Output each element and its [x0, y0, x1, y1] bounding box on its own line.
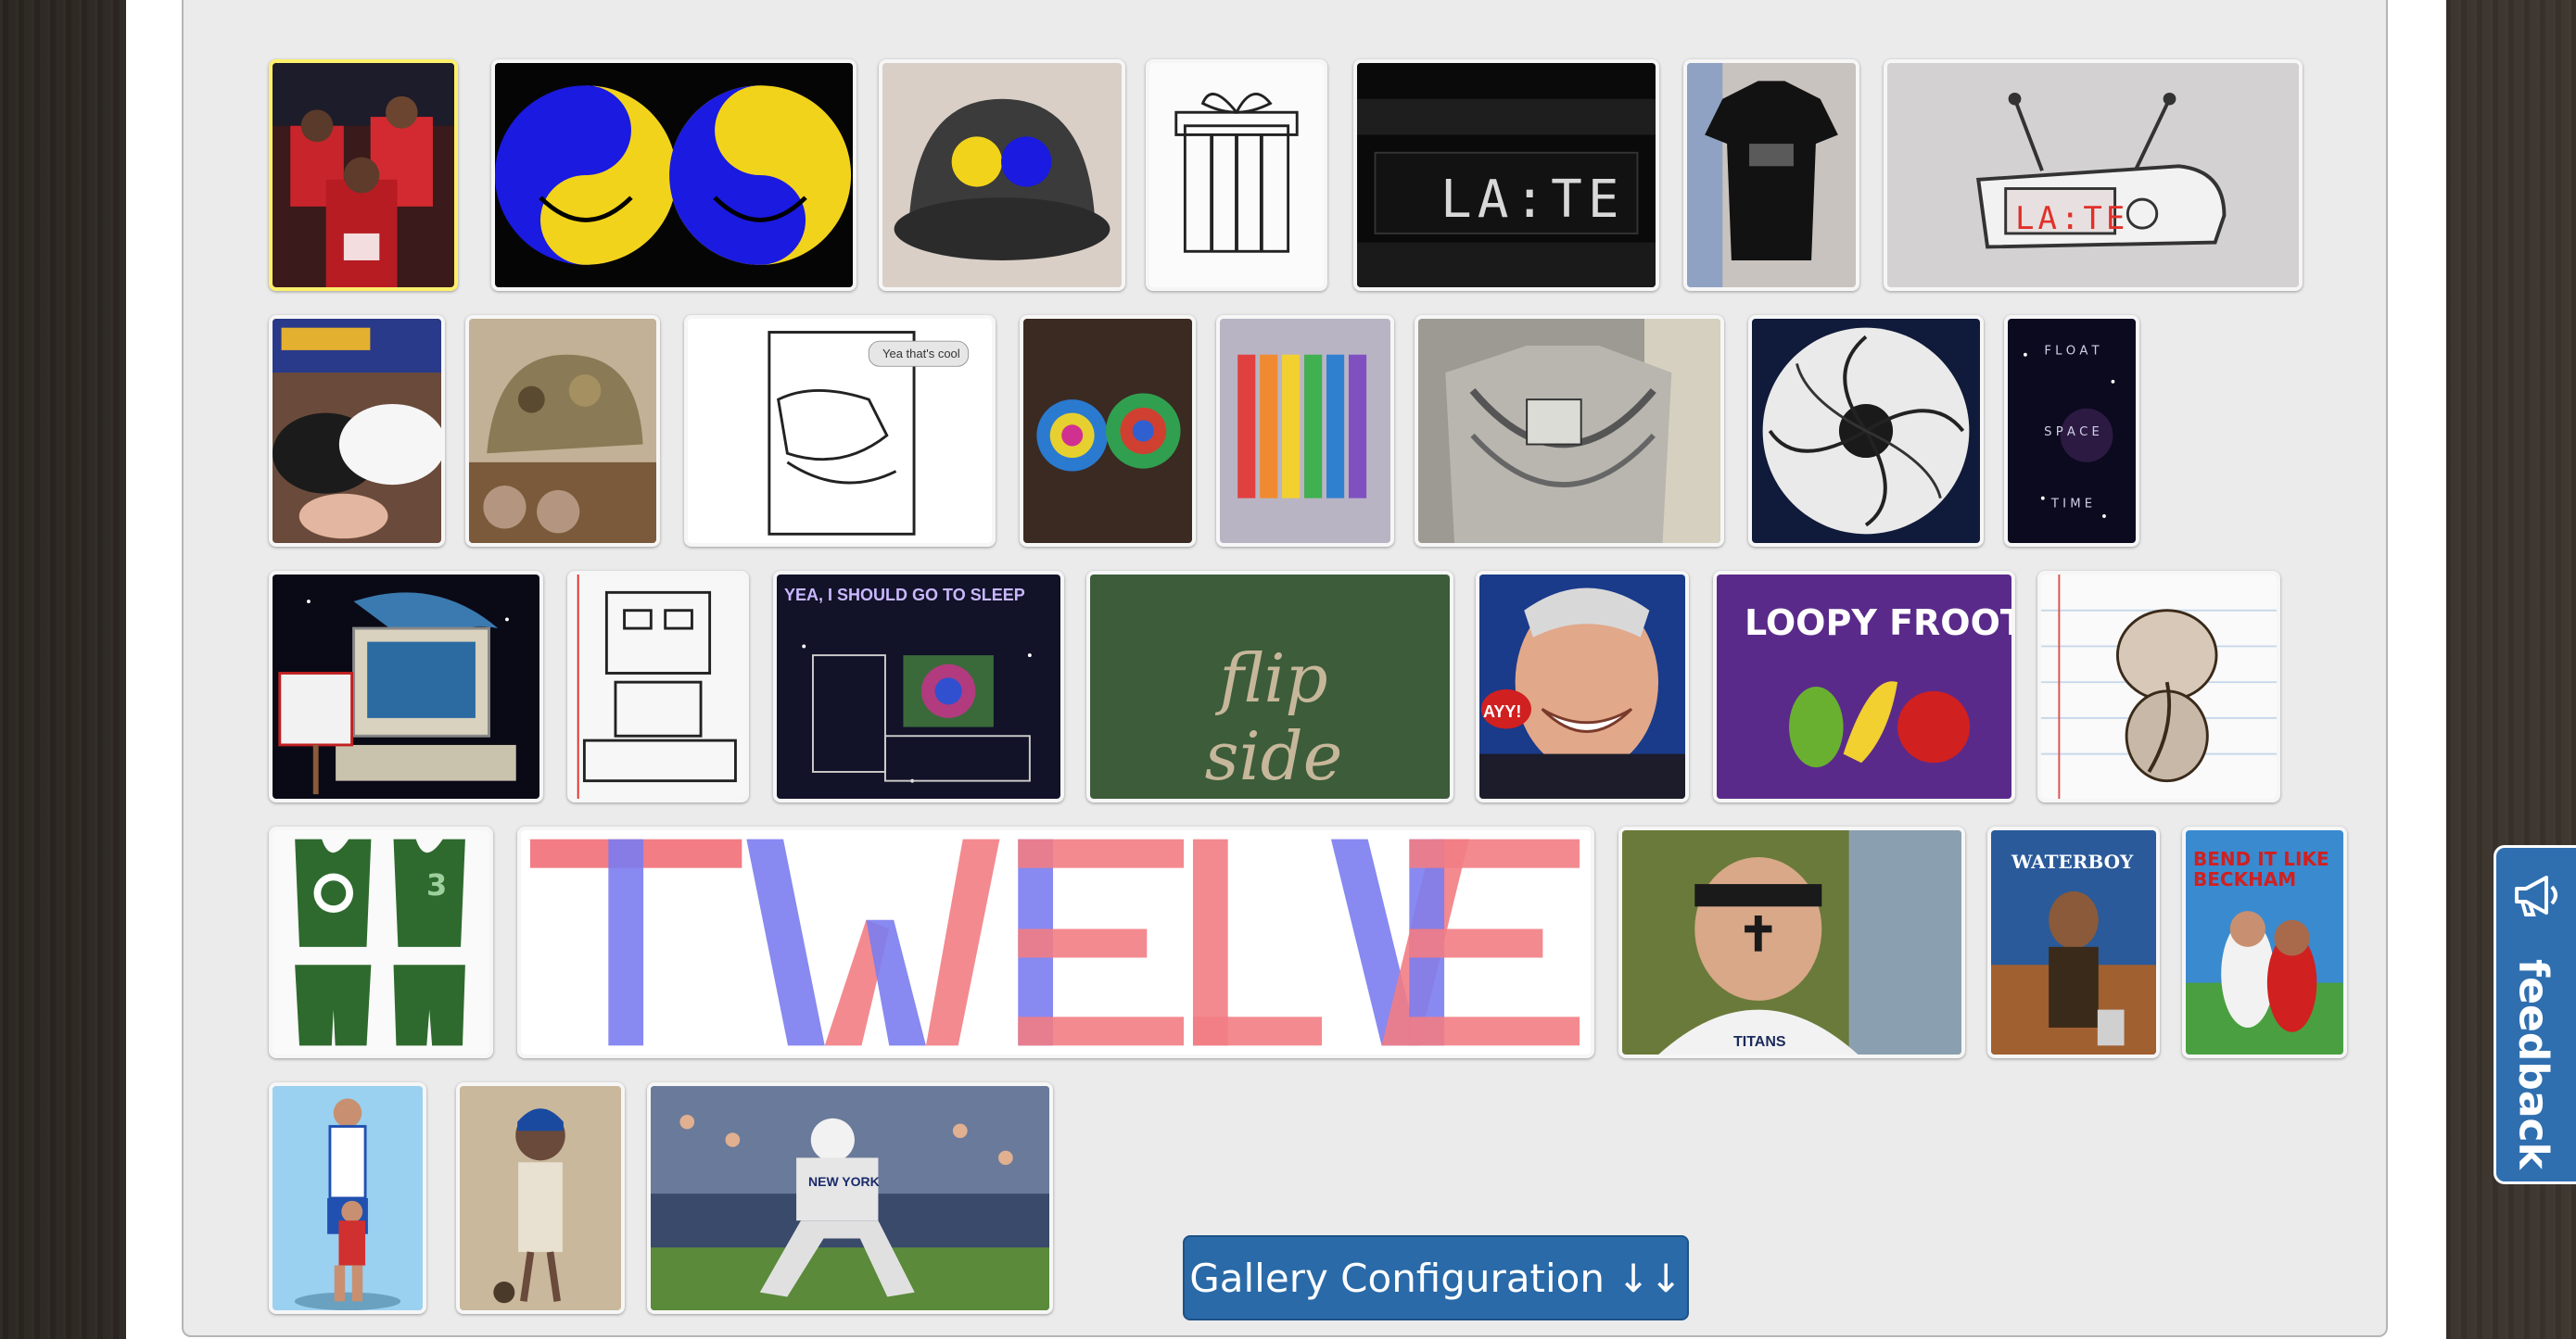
gallery-thumb-vintage-boy[interactable]	[456, 1082, 625, 1314]
drawn-clock-display: LA:TE	[2015, 200, 2129, 237]
gallery-thumb-yin-yang-cap[interactable]	[879, 59, 1125, 291]
gallery-configuration-button[interactable]: Gallery Configuration ↓↓	[1183, 1235, 1689, 1320]
gallery-thumb-phone-sketch[interactable]: Yea that's cool	[684, 315, 996, 547]
fonz-caption: AYY!	[1483, 702, 1522, 721]
gallery-thumb-surfer-computer[interactable]	[269, 571, 543, 802]
gallery-thumb-tie-dye-shirts[interactable]	[1020, 315, 1196, 547]
gallery-thumb-twelve-banner[interactable]	[517, 827, 1594, 1058]
gallery-thumb-gray-tie-dye-shirt[interactable]	[1415, 315, 1724, 547]
loopy-froots-title: LOOPY FROOTS	[1745, 602, 2011, 643]
gallery-thumb-gift-sketch[interactable]	[1146, 59, 1327, 291]
gallery-thumb-caps-theater[interactable]	[269, 315, 445, 547]
gallery-thumb-green-jersey[interactable]: 3	[269, 827, 493, 1058]
gallery-thumb-rainbow-shirt[interactable]	[1216, 315, 1394, 547]
gallery-thumb-basketball-duo[interactable]	[269, 1082, 426, 1314]
speech-bubble-text: Yea that's cool	[882, 347, 960, 360]
gallery-thumb-bulls-collage[interactable]	[269, 59, 458, 291]
waterboy-title: WATERBOY	[2011, 851, 2134, 873]
svg-text:S P A C E: S P A C E	[2044, 425, 2100, 439]
gallery-thumb-should-sleep[interactable]: YEA, I SHOULD GO TO SLEEP	[773, 571, 1064, 802]
gallery-thumb-black-tshirt[interactable]	[1683, 59, 1859, 291]
gallery-thumb-space-time[interactable]: F L O A T S P A C E T I M E	[2004, 315, 2139, 547]
gallery-thumb-alarm-clock-drawing[interactable]: LA:TE	[1884, 59, 2303, 291]
svg-text:F L O A T: F L O A T	[2044, 345, 2100, 359]
gallery-configuration-label: Gallery Configuration ↓↓	[1189, 1255, 1682, 1301]
svg-text:T I M E: T I M E	[2050, 497, 2092, 511]
gallery-thumb-alarm-clock-late[interactable]: LA:TE	[1353, 59, 1659, 291]
gallery-thumb-cardboard-robot[interactable]	[567, 571, 749, 802]
gallery-thumb-baseball-player[interactable]: NEW YORK	[647, 1082, 1053, 1314]
gallery-thumb-fonz-face[interactable]: AYY!	[1476, 571, 1689, 802]
flip-side-caption: flip side	[1204, 639, 1343, 795]
gallery-thumb-loopy-froots[interactable]: LOOPY FROOTS	[1713, 571, 2015, 802]
bend-it-title: BEND IT LIKE BECKHAM	[2193, 848, 2329, 891]
gallery-thumb-flip-side[interactable]: flip side	[1086, 571, 1453, 802]
gallery-thumb-spiral-clock[interactable]	[1748, 315, 1984, 547]
should-sleep-caption: YEA, I SHOULD GO TO SLEEP	[784, 586, 1025, 604]
megaphone-icon	[2515, 876, 2557, 916]
gallery-thumb-titans-player[interactable]: TITANS	[1618, 827, 1965, 1058]
gallery-thumb-camo-cap[interactable]	[465, 315, 660, 547]
gallery-thumb-yin-yang-smiley[interactable]	[491, 59, 857, 291]
gallery-panel: LA:TE LA:TE Yea that's cool F L O A T S …	[182, 0, 2388, 1337]
gallery-thumb-bend-it-poster[interactable]: BEND IT LIKE BECKHAM	[2182, 827, 2347, 1058]
titans-caption: TITANS	[1733, 1034, 1786, 1050]
baseball-jersey-text: NEW YORK	[808, 1174, 880, 1189]
gallery-thumb-waterboy-poster[interactable]: WATERBOY	[1987, 827, 2160, 1058]
jersey-number: 3	[426, 867, 448, 903]
feedback-tab[interactable]: feedback	[2494, 845, 2576, 1184]
page-content: LA:TE LA:TE Yea that's cool F L O A T S …	[126, 0, 2446, 1339]
gallery-thumb-paper-elephant[interactable]	[2037, 571, 2280, 802]
alarm-clock-display: LA:TE	[1440, 170, 1625, 230]
feedback-label: feedback	[2509, 959, 2557, 1169]
